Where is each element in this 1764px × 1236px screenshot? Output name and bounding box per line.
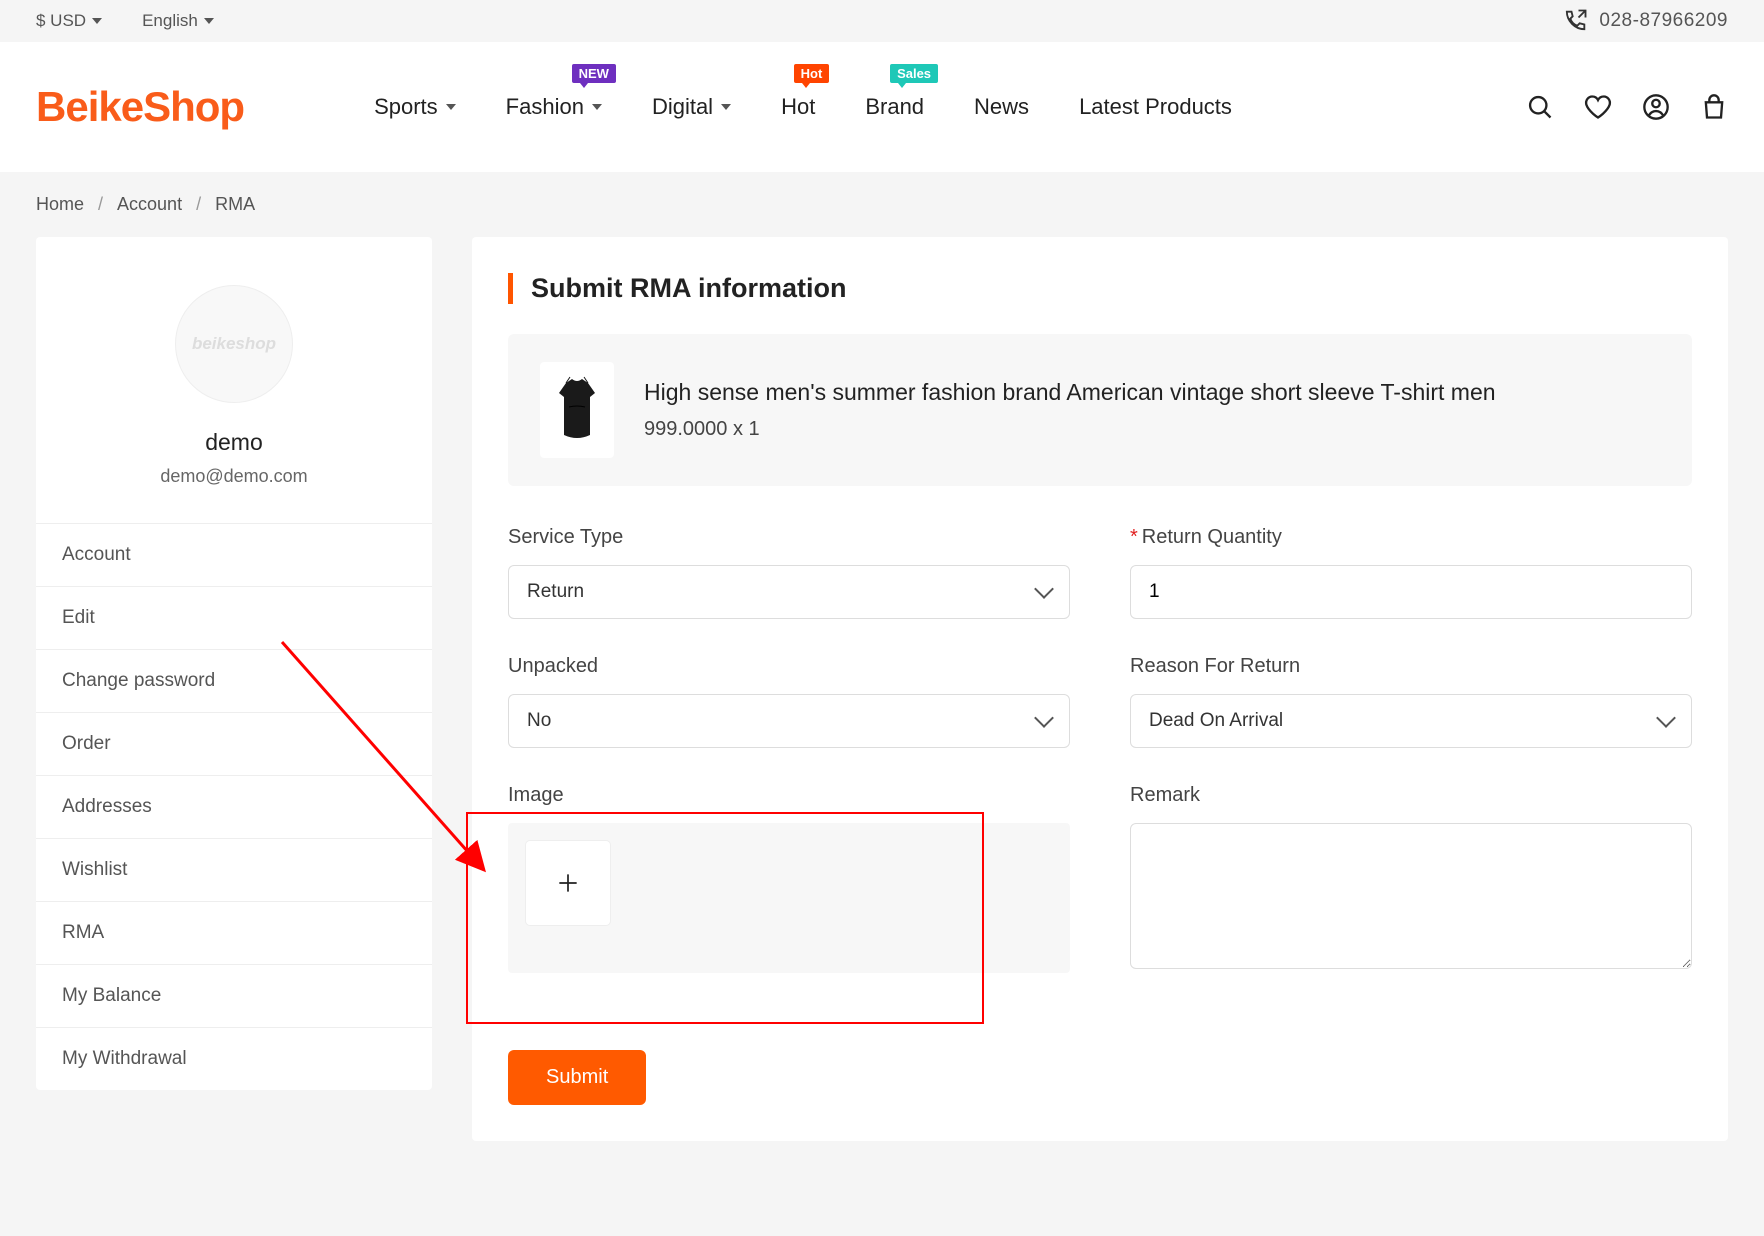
nav-label: Digital [652,94,713,120]
unpacked-select[interactable]: No [508,694,1070,748]
sidebar-item-change-password[interactable]: Change password [36,649,432,712]
badge-new: NEW [572,64,616,83]
main-panel: Submit RMA information High sense men's … [472,237,1728,1141]
nav-latest[interactable]: Latest Products [1079,94,1232,120]
remark-label: Remark [1130,784,1692,807]
return-qty-label: *Return Quantity [1130,526,1692,549]
nav-news[interactable]: News [974,94,1029,120]
product-card: High sense men's summer fashion brand Am… [508,334,1692,486]
language-selector[interactable]: English [142,11,214,31]
product-price-qty: 999.0000 x 1 [644,418,1660,441]
profile-block: beikeshop demo demo@demo.com [36,237,432,523]
chevron-down-icon [1034,579,1054,599]
logo[interactable]: BeikeShop [36,83,244,131]
header-icons [1526,93,1728,121]
service-type-value: Return [527,581,584,603]
page-title: Submit RMA information [508,273,1692,304]
phone-number: 028-87966209 [1599,10,1728,32]
caret-down-icon [592,104,602,110]
caret-down-icon [721,104,731,110]
service-type-select[interactable]: Return [508,565,1070,619]
avatar[interactable]: beikeshop [175,285,293,403]
sidebar-item-addresses[interactable]: Addresses [36,775,432,838]
breadcrumb-current: RMA [215,194,255,215]
currency-selector[interactable]: $ USD [36,11,102,31]
chevron-down-icon [1656,708,1676,728]
bag-icon[interactable] [1700,93,1728,121]
reason-value: Dead On Arrival [1149,710,1283,732]
caret-down-icon [204,18,214,24]
account-sidebar: beikeshop demo demo@demo.com Account Edi… [36,237,432,1090]
currency-label: $ USD [36,11,86,31]
caret-down-icon [92,18,102,24]
header: BeikeShop Sports NEW Fashion Digital Hot… [0,42,1764,172]
sidebar-item-account[interactable]: Account [36,523,432,586]
badge-sales: Sales [890,64,938,83]
service-type-label: Service Type [508,526,1070,549]
phone-contact: 028-87966209 [1561,7,1728,35]
return-qty-field[interactable] [1149,566,1673,618]
nav-digital[interactable]: Digital [652,94,731,120]
tshirt-icon [552,375,602,445]
image-upload-zone [508,823,1070,973]
sidebar-item-balance[interactable]: My Balance [36,964,432,1027]
nav-label: Fashion [506,94,584,120]
unpacked-value: No [527,710,551,732]
submit-button[interactable]: Submit [508,1050,646,1105]
user-icon[interactable] [1642,93,1670,121]
sidebar-item-edit[interactable]: Edit [36,586,432,649]
sidebar-item-withdrawal[interactable]: My Withdrawal [36,1027,432,1090]
chevron-down-icon [1034,708,1054,728]
top-bar: $ USD English 028-87966209 [0,0,1764,42]
nav-label: Sports [374,94,438,120]
return-qty-input[interactable] [1130,565,1692,619]
profile-name: demo [56,429,412,456]
profile-email: demo@demo.com [56,466,412,487]
sidebar-item-order[interactable]: Order [36,712,432,775]
nav-label: Brand [865,94,924,120]
nav-sports[interactable]: Sports [374,94,456,120]
breadcrumb-home[interactable]: Home [36,194,84,215]
search-icon[interactable] [1526,93,1554,121]
plus-icon [555,870,581,896]
phone-icon [1561,7,1589,35]
breadcrumb-account[interactable]: Account [117,194,182,215]
side-menu: Account Edit Change password Order Addre… [36,523,432,1090]
badge-hot: Hot [794,64,830,83]
heart-icon[interactable] [1584,93,1612,121]
nav-brand[interactable]: Sales Brand [865,94,924,120]
breadcrumb-sep: / [196,194,201,215]
main-nav: Sports NEW Fashion Digital Hot Hot Sales… [374,94,1232,120]
nav-label: Latest Products [1079,94,1232,120]
sidebar-item-rma[interactable]: RMA [36,901,432,964]
language-label: English [142,11,198,31]
nav-fashion[interactable]: NEW Fashion [506,94,602,120]
nav-hot[interactable]: Hot Hot [781,94,815,120]
nav-label: Hot [781,94,815,120]
caret-down-icon [446,104,456,110]
unpacked-label: Unpacked [508,655,1070,678]
add-image-button[interactable] [526,841,610,925]
remark-textarea[interactable] [1130,823,1692,969]
nav-label: News [974,94,1029,120]
product-thumb [540,362,614,458]
breadcrumb-sep: / [98,194,103,215]
reason-select[interactable]: Dead On Arrival [1130,694,1692,748]
reason-label: Reason For Return [1130,655,1692,678]
image-label: Image [508,784,1070,807]
breadcrumb: Home / Account / RMA [0,172,1764,237]
sidebar-item-wishlist[interactable]: Wishlist [36,838,432,901]
product-name: High sense men's summer fashion brand Am… [644,379,1660,406]
